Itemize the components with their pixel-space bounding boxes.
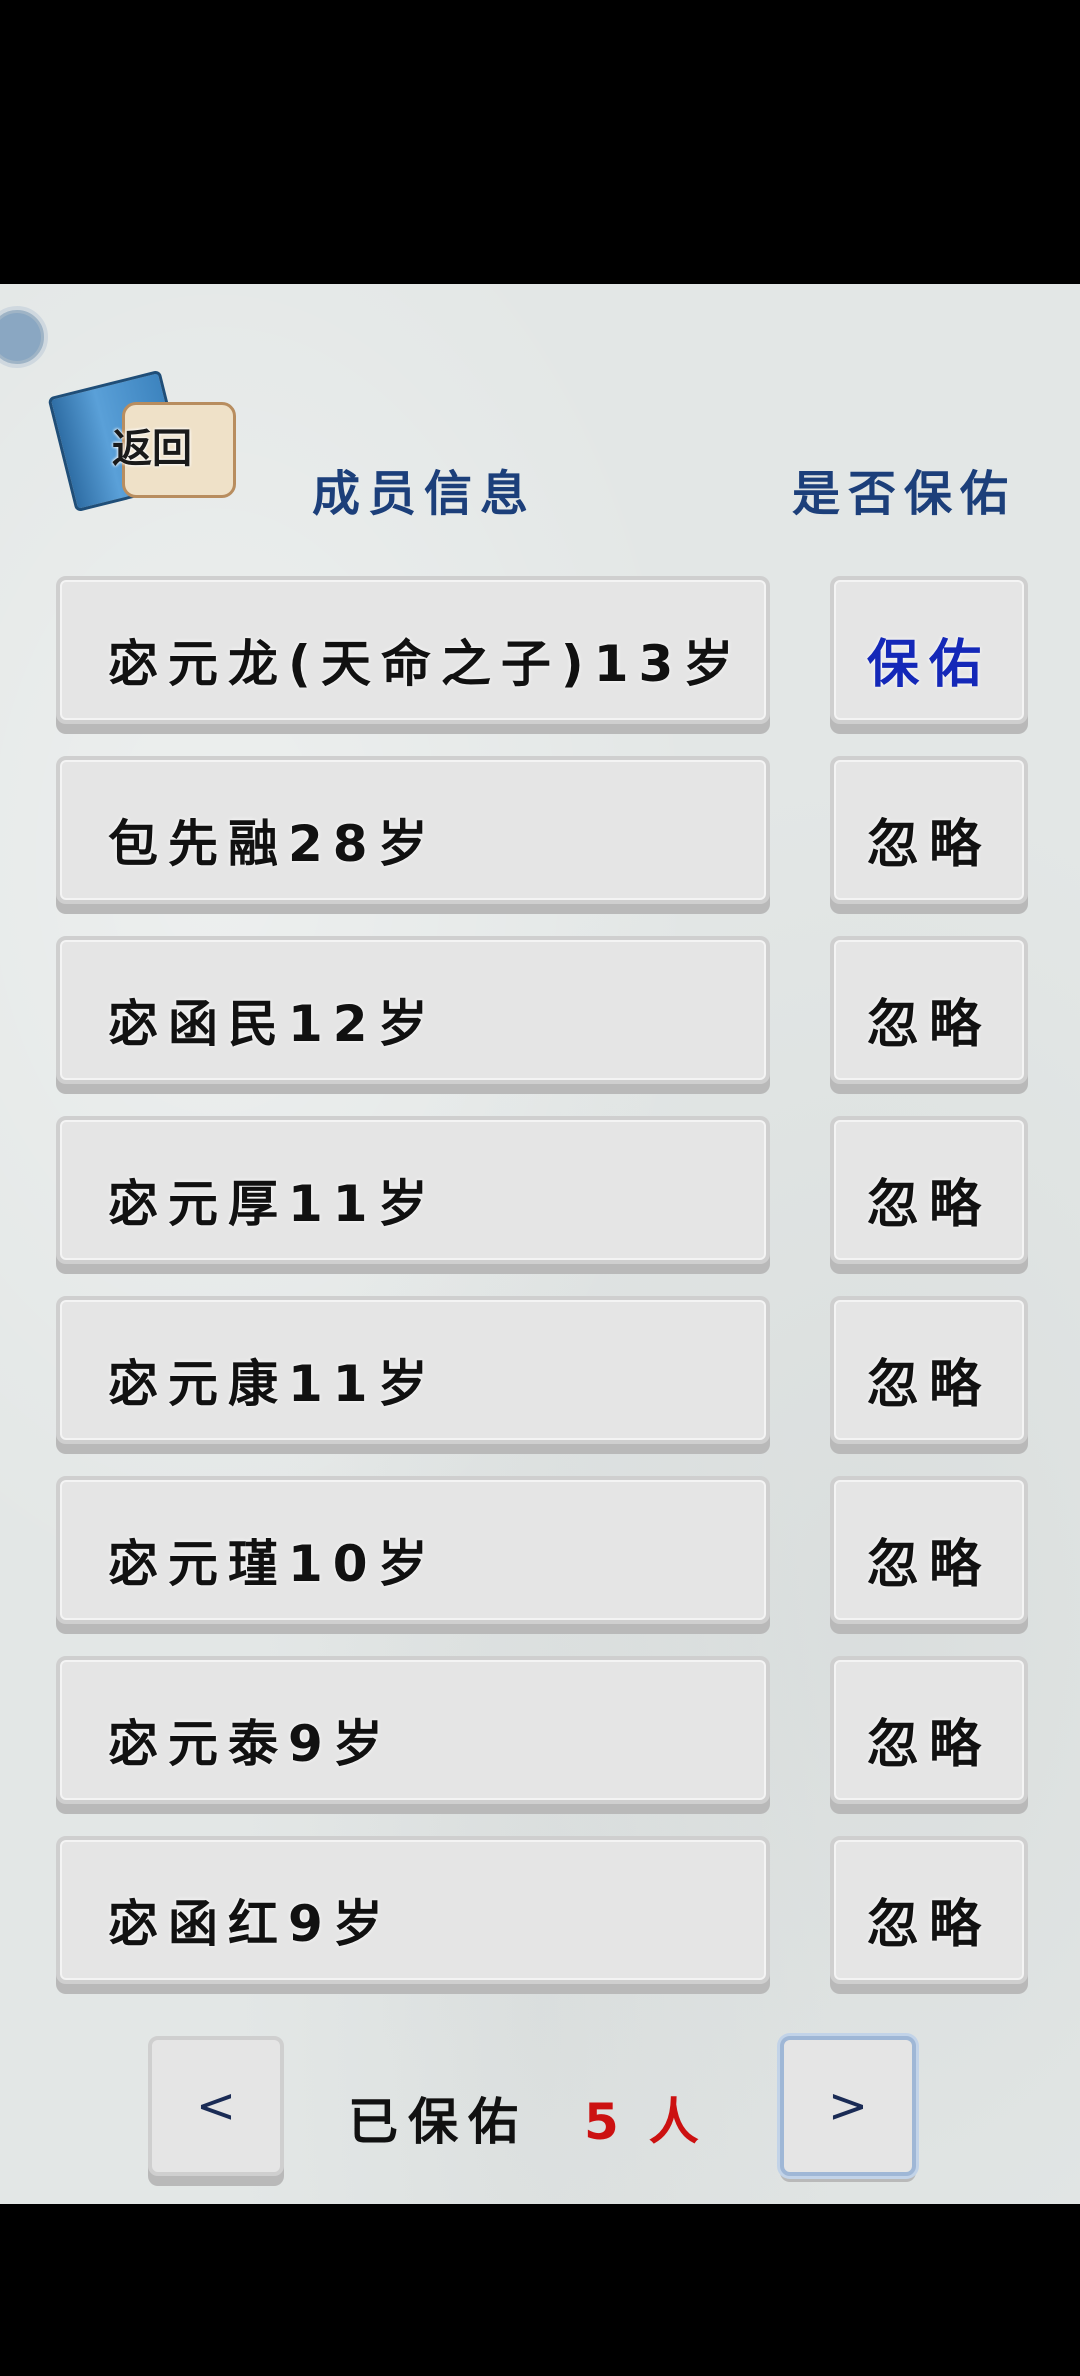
member-info: 宓元泰9岁 — [108, 1715, 393, 1773]
game-screen: 返回 成员信息 是否保佑 宓元龙(天命之子)13岁 保佑 包先融28岁 忽略 宓… — [0, 284, 1080, 2204]
member-row: 宓元康11岁 — [56, 1296, 770, 1444]
protect-toggle-button[interactable]: 忽略 — [830, 1116, 1028, 1264]
protect-status: 忽略 — [866, 995, 991, 1055]
protect-toggle-button[interactable]: 忽略 — [830, 1656, 1028, 1804]
next-page-button[interactable]: > — [780, 2036, 916, 2176]
member-row: 宓函民12岁 — [56, 936, 770, 1084]
protect-status: 保佑 — [866, 635, 991, 695]
chevron-left-icon: < — [195, 2078, 237, 2134]
member-info: 宓函民12岁 — [108, 995, 438, 1053]
prev-page-button[interactable]: < — [148, 2036, 284, 2176]
protect-toggle-button[interactable]: 保佑 — [830, 576, 1028, 724]
protect-status: 忽略 — [866, 1895, 991, 1955]
member-info: 宓元瑾10岁 — [108, 1535, 438, 1593]
member-row: 宓元瑾10岁 — [56, 1476, 770, 1624]
protect-status: 忽略 — [866, 1715, 991, 1775]
protect-status: 忽略 — [866, 815, 991, 875]
floating-assistant-icon[interactable] — [0, 306, 48, 368]
protect-status: 忽略 — [866, 1175, 991, 1235]
member-info: 宓函红9岁 — [108, 1895, 393, 1953]
member-row: 宓元泰9岁 — [56, 1656, 770, 1804]
member-info: 宓元厚11岁 — [108, 1175, 438, 1233]
back-button[interactable]: 返回 — [47, 369, 242, 513]
member-info: 宓元龙(天命之子)13岁 — [108, 635, 744, 693]
protect-status: 忽略 — [866, 1535, 991, 1595]
member-row: 宓元龙(天命之子)13岁 — [56, 576, 770, 724]
member-row: 宓函红9岁 — [56, 1836, 770, 1984]
protected-count-value: 5人 — [584, 2082, 729, 2154]
member-info: 包先融28岁 — [108, 815, 438, 873]
protect-toggle-button[interactable]: 忽略 — [830, 1476, 1028, 1624]
member-info: 宓元康11岁 — [108, 1355, 438, 1413]
protected-count-label: 已保佑 — [348, 2093, 528, 2151]
protected-count-unit: 人 — [648, 2093, 729, 2151]
protect-toggle-button[interactable]: 忽略 — [830, 936, 1028, 1084]
member-row: 宓元厚11岁 — [56, 1116, 770, 1264]
protect-status: 忽略 — [866, 1355, 991, 1415]
member-row: 包先融28岁 — [56, 756, 770, 904]
back-label: 返回 — [112, 426, 192, 472]
chevron-right-icon: > — [827, 2078, 869, 2134]
protect-toggle-button[interactable]: 忽略 — [830, 1296, 1028, 1444]
protected-count-number: 5 — [584, 2093, 649, 2151]
protect-header: 是否保佑 — [792, 466, 1017, 522]
protect-toggle-button[interactable]: 忽略 — [830, 756, 1028, 904]
protect-toggle-button[interactable]: 忽略 — [830, 1836, 1028, 1984]
member-info-header: 成员信息 — [312, 466, 537, 522]
